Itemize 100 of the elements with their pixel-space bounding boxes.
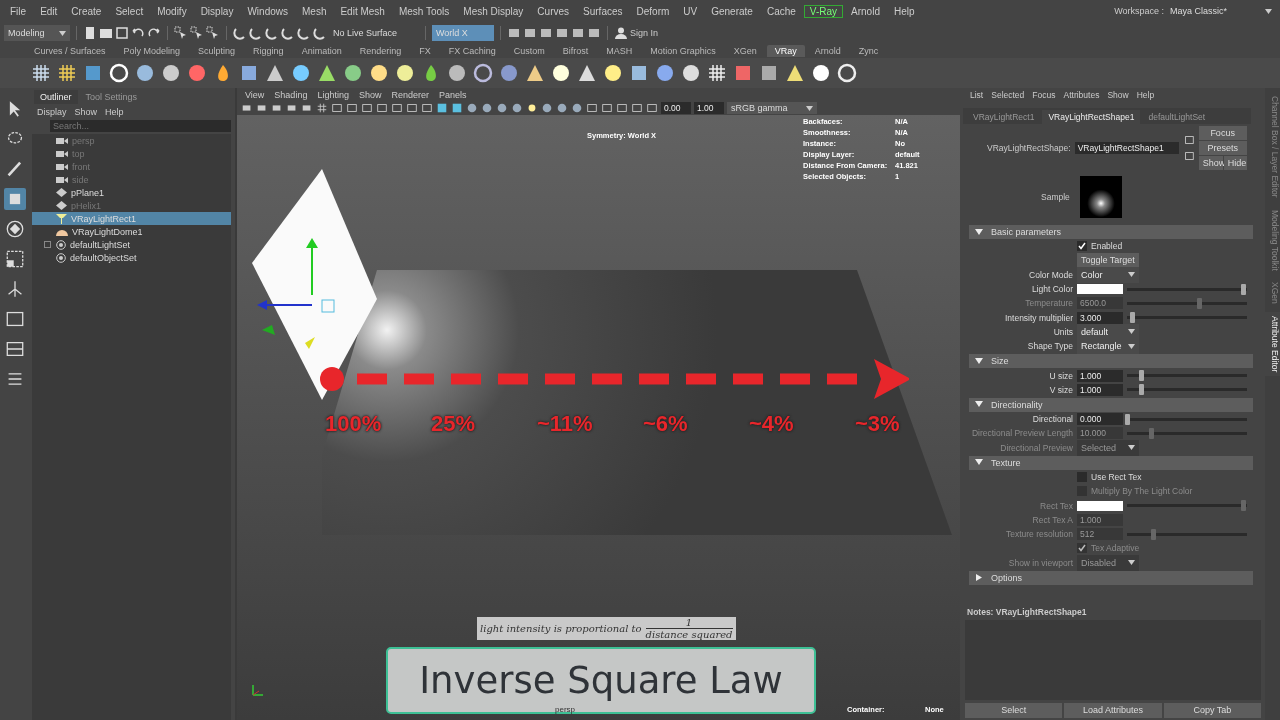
menu-item[interactable]: Show — [71, 106, 101, 118]
outliner-item[interactable]: defaultLightSet — [32, 238, 231, 251]
menu-item[interactable]: Show — [1104, 90, 1132, 100]
sphere-icon[interactable] — [342, 62, 364, 84]
menu-item[interactable]: Windows — [241, 4, 294, 18]
shelf-tab[interactable]: Arnold — [806, 45, 849, 57]
shelf-tab[interactable]: VRay — [766, 45, 805, 57]
slider-thumb[interactable] — [1241, 283, 1247, 295]
menu-item[interactable]: Help — [102, 106, 127, 118]
menu-item[interactable]: Panels — [434, 89, 471, 100]
node-tab[interactable]: VRayLightRect1 — [967, 110, 1041, 124]
camera-icon[interactable] — [241, 102, 253, 114]
menu-item[interactable]: View — [241, 89, 269, 100]
rotate-tool-icon[interactable] — [6, 220, 24, 238]
slider-thumb[interactable] — [1139, 370, 1145, 381]
select-tool-icon[interactable] — [174, 26, 188, 40]
sphere-icon[interactable] — [134, 62, 156, 84]
side-tab[interactable]: Attribute Editor — [1265, 312, 1280, 377]
shelf-tab[interactable]: Sculpting — [190, 45, 244, 57]
section-header[interactable]: Size — [969, 354, 1253, 369]
sphere-icon[interactable] — [810, 62, 832, 84]
frame-icon[interactable] — [646, 102, 658, 114]
frame-icon[interactable] — [361, 102, 373, 114]
number-field[interactable]: 0.000 — [1077, 413, 1123, 426]
shelf-tab[interactable]: Animation — [293, 45, 350, 57]
folder-icon[interactable] — [99, 26, 113, 40]
menu-item[interactable]: Lighting — [313, 89, 353, 100]
slider-thumb[interactable] — [1139, 384, 1145, 396]
grid-icon[interactable] — [30, 62, 52, 84]
node-tab[interactable]: VRayLightRectShape1 — [1042, 110, 1141, 124]
toggle-target-button[interactable]: Toggle Target — [1077, 253, 1139, 268]
sphere-icon[interactable] — [511, 102, 523, 114]
sphere-icon[interactable] — [654, 62, 676, 84]
sphere-icon[interactable] — [290, 62, 312, 84]
footer-button[interactable]: Select — [965, 702, 1063, 718]
sphere-icon[interactable] — [541, 102, 553, 114]
frame-icon[interactable] — [391, 102, 403, 114]
grid-icon[interactable] — [706, 62, 728, 84]
menu-item[interactable]: Cache — [760, 4, 802, 18]
camera-icon[interactable] — [256, 102, 268, 114]
sphere-icon[interactable] — [481, 102, 493, 114]
camera-icon[interactable] — [271, 102, 283, 114]
menu-item[interactable]: UV — [677, 4, 704, 18]
user-icon[interactable] — [614, 26, 628, 40]
menu-item[interactable]: Show — [354, 89, 386, 100]
shelf-tab[interactable]: XGen — [725, 45, 765, 57]
search-field[interactable]: Search... — [50, 120, 231, 132]
shelf-tab[interactable]: Poly Modeling — [115, 45, 189, 57]
node-name-field[interactable]: VRayLightRectShape1 — [1074, 142, 1179, 154]
cube-icon[interactable] — [451, 102, 463, 114]
section-header[interactable]: Texture — [969, 455, 1253, 470]
frame-icon[interactable] — [586, 102, 598, 114]
sphere-icon[interactable] — [368, 62, 390, 84]
menu-item[interactable]: Help — [1133, 90, 1158, 100]
frame-icon[interactable] — [331, 102, 343, 114]
grid-icon[interactable] — [56, 62, 78, 84]
shelf-tab[interactable]: FX — [411, 45, 439, 57]
hide-button[interactable]: Hide — [1223, 156, 1247, 170]
frame-icon[interactable] — [346, 102, 358, 114]
pivot-icon[interactable] — [6, 280, 24, 298]
sphere-icon[interactable] — [550, 62, 572, 84]
sphere-icon[interactable] — [160, 62, 182, 84]
menu-item[interactable]: Attributes — [1060, 90, 1103, 100]
color-swatch[interactable] — [1077, 500, 1123, 511]
menu-item[interactable]: Arnold — [845, 4, 886, 18]
focus-button[interactable]: Focus — [1198, 126, 1247, 140]
paint-brush-icon[interactable] — [6, 160, 24, 178]
menu-item[interactable]: Focus — [1029, 90, 1059, 100]
shelf-tab[interactable]: Rendering — [351, 45, 410, 57]
shelf-tab[interactable]: Rigging — [245, 45, 292, 57]
sphere-icon[interactable] — [446, 62, 468, 84]
menu-item[interactable]: Generate — [705, 4, 759, 18]
shelf-tab[interactable]: Motion Graphics — [642, 45, 724, 57]
color-swatch[interactable] — [1077, 284, 1123, 295]
number-field[interactable]: 3.000 — [1077, 311, 1123, 324]
cube-icon[interactable] — [436, 102, 448, 114]
menu-item[interactable]: Renderer — [387, 89, 433, 100]
sign-in-link[interactable]: Sign In — [630, 28, 659, 38]
menu-item[interactable]: V-Ray — [803, 4, 844, 18]
menu-item[interactable]: Display — [194, 4, 240, 18]
select-tool-icon[interactable] — [190, 26, 204, 40]
camera-icon[interactable] — [301, 102, 313, 114]
shelf-tab[interactable]: MASH — [598, 45, 641, 57]
outliner-item[interactable]: defaultObjectSet — [32, 251, 231, 264]
menu-item[interactable]: Create — [65, 4, 108, 18]
frame-icon[interactable] — [631, 102, 643, 114]
menu-item[interactable]: Surfaces — [577, 4, 629, 18]
expand-icon[interactable] — [44, 241, 51, 248]
exposure-field[interactable]: 0.00 — [661, 102, 691, 114]
panel-tab[interactable]: Tool Settings — [79, 90, 144, 104]
section-header[interactable]: Options — [969, 570, 1253, 585]
sphere-icon[interactable] — [571, 102, 583, 114]
viewport-canvas[interactable] — [237, 115, 960, 720]
section-header[interactable]: Directionality — [969, 397, 1253, 412]
menu-item[interactable]: File — [4, 4, 33, 18]
gamma-field[interactable]: 1.00 — [694, 102, 724, 114]
sphere-icon[interactable] — [394, 62, 416, 84]
menu-item[interactable]: Help — [887, 4, 921, 18]
split-layout-icon[interactable] — [6, 340, 24, 358]
shelf-tab[interactable]: Custom — [505, 45, 553, 57]
